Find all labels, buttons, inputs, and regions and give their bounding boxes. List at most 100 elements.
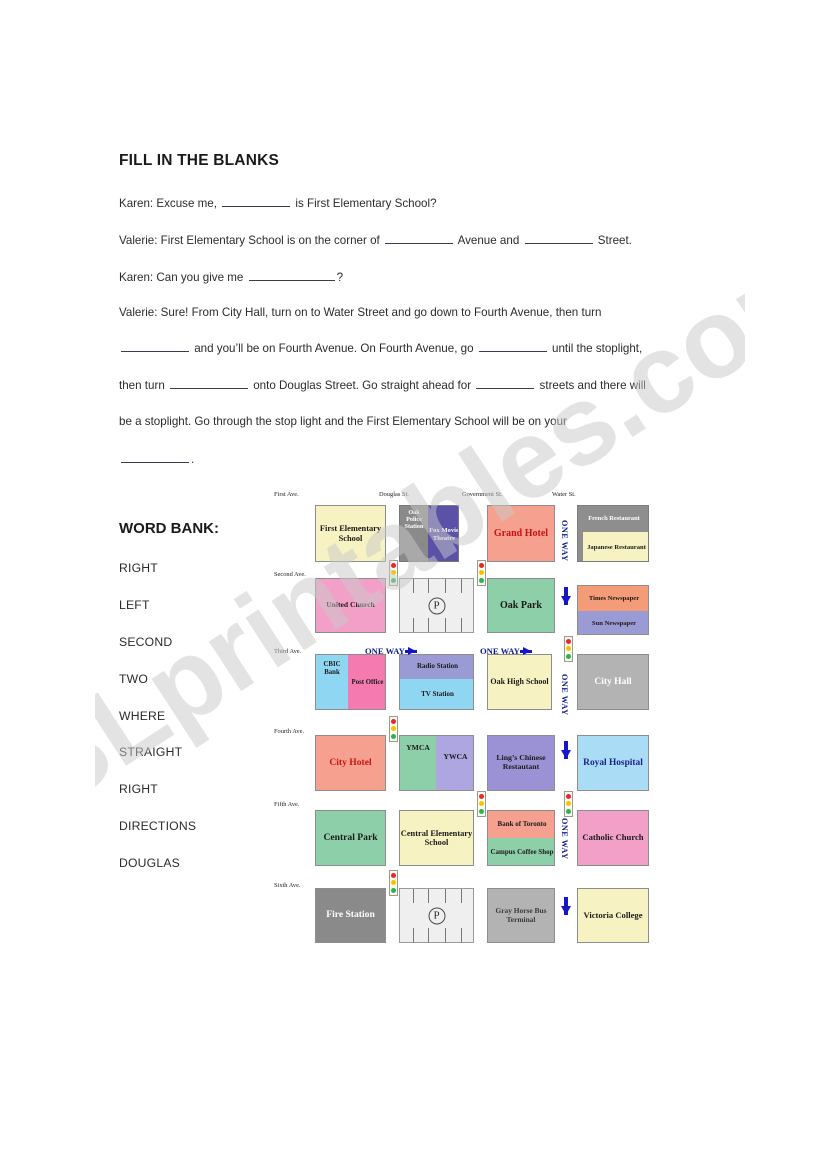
arrow-down-icon: [561, 741, 571, 759]
parking-stall-line: [428, 579, 429, 593]
building-united-church[interactable]: United Church: [315, 578, 386, 633]
building-central-park[interactable]: Central Park: [315, 810, 386, 866]
building-first-elementary-school[interactable]: First Elementary School: [315, 505, 386, 562]
parking-stall-line: [445, 618, 446, 632]
street-label-water: Water St.: [552, 491, 576, 498]
one-way-water-st-3: ONE WAY: [560, 818, 569, 860]
blank-street[interactable]: [524, 231, 593, 244]
building-central-elementary-school[interactable]: Central Elementary School: [399, 810, 474, 866]
parking-stall-line: [445, 928, 446, 942]
parking-stall-line: [413, 889, 414, 903]
building-french-restaurant[interactable]: French Restaurant: [578, 506, 648, 532]
arrow-right-icon: [404, 647, 417, 655]
word-bank-item-left: LEFT: [119, 598, 150, 612]
building-ymca[interactable]: YMCA: [400, 736, 436, 790]
parking-lot-lower[interactable]: P: [399, 888, 474, 943]
building-sun-newspaper[interactable]: Sun Newspaper: [578, 611, 648, 634]
building-lings-chinese-restaurant[interactable]: Ling’s Chinese Restautant: [487, 735, 555, 791]
blank-side[interactable]: [121, 450, 189, 463]
building-grand-hotel[interactable]: Grand Hotel: [487, 505, 555, 562]
building-gray-horse-bus-terminal[interactable]: Gray Horse Bus Terminal: [487, 888, 555, 943]
traffic-light-government-fifth[interactable]: [477, 791, 486, 817]
line-4-text-g: be a stoplight. Go through the stop ligh…: [119, 415, 567, 428]
street-label-fourth-ave: Fourth Ave.: [274, 728, 305, 735]
building-bank-of-toronto[interactable]: Bank of Toronto: [488, 811, 554, 838]
parking-stall-line: [445, 579, 446, 593]
building-newspapers-block: Times Newspaper Sun Newspaper: [577, 585, 649, 635]
building-japanese-restaurant[interactable]: Japanese Restaurant: [583, 532, 648, 561]
word-bank-item-second: SECOND: [119, 635, 173, 649]
building-oak-park[interactable]: Oak Park: [487, 578, 555, 633]
traffic-light-douglas-fourth[interactable]: [389, 716, 398, 742]
building-oak-police-station-block: Oak Police Station Fox Movie Theatre: [399, 505, 459, 562]
one-way-third-ave-east: ONE WAY: [480, 646, 532, 656]
line-2-text-a: Valerie: First Elementary School is on t…: [119, 234, 380, 247]
building-royal-hospital[interactable]: Royal Hospital: [577, 735, 649, 791]
building-restaurants-block: French Restaurant Japanese Restaurant: [577, 505, 649, 562]
building-campus-coffee-shop[interactable]: Campus Coffee Shop: [488, 838, 554, 865]
parking-lot-upper[interactable]: P: [399, 578, 474, 633]
building-times-newspaper[interactable]: Times Newspaper: [578, 586, 648, 611]
parking-p-icon: P: [428, 907, 445, 924]
arrow-down-icon: [561, 587, 571, 605]
dialogue-line-3: Karen: Can you give me ?: [119, 268, 731, 286]
blank-turn-1[interactable]: [121, 339, 189, 352]
blank-avenue[interactable]: [385, 231, 453, 244]
one-way-water-st-1: ONE WAY: [560, 520, 569, 562]
blank-directions[interactable]: [248, 268, 335, 281]
word-bank-item-directions: DIRECTIONS: [119, 819, 197, 833]
street-label-second-ave: Second Ave.: [274, 571, 306, 578]
street-label-douglas: Douglas St.: [379, 491, 409, 498]
line-4-text-a: Valerie: Sure! From City Hall, turn on t…: [119, 306, 602, 319]
line-2-text-b: Avenue and: [457, 234, 520, 247]
word-bank-item-right-1: RIGHT: [119, 561, 158, 575]
line-3-text-a: Karen: Can you give me: [119, 271, 244, 284]
arrow-down-icon: [561, 897, 571, 915]
parking-stall-line: [461, 579, 462, 593]
building-post-office[interactable]: Post Office: [348, 655, 385, 709]
building-tv-station[interactable]: TV Station: [400, 679, 473, 709]
line-3-text-b: ?: [336, 271, 344, 284]
blank-turn-2[interactable]: [170, 376, 248, 389]
building-cbic-bank[interactable]: CBIC Bank: [316, 655, 348, 709]
parking-stall-line: [413, 618, 414, 632]
one-way-water-st-2: ONE WAY: [560, 674, 569, 716]
traffic-light-government-second[interactable]: [477, 560, 486, 586]
building-ywca[interactable]: YWCA: [436, 736, 473, 790]
one-way-third-ave-west: ONE WAY: [365, 646, 417, 656]
building-victoria-college[interactable]: Victoria College: [577, 888, 649, 943]
city-map: Douglas St. Government St. Water St. Fir…: [272, 488, 662, 958]
blank-where[interactable]: [222, 194, 291, 207]
building-ymca-ywca-block: YMCA YWCA: [399, 735, 474, 791]
building-oak-police-station[interactable]: Oak Police Station: [400, 506, 428, 561]
worksheet-page: FILL IN THE BLANKS Karen: Excuse me, is …: [0, 0, 821, 1169]
traffic-light-water-fifth[interactable]: [564, 791, 573, 817]
word-bank-item-douglas: DOUGLAS: [119, 856, 180, 870]
dialogue-line-4b: and you’ll be on Fourth Avenue. On Fourt…: [119, 339, 731, 357]
street-label-government: Government St.: [462, 491, 503, 498]
parking-stall-line: [413, 928, 414, 942]
blank-go-straight[interactable]: [478, 339, 547, 352]
building-city-hotel[interactable]: City Hotel: [315, 735, 386, 791]
word-bank-item-right-2: RIGHT: [119, 782, 158, 796]
building-radio-station[interactable]: Radio Station: [400, 655, 473, 679]
word-bank-title: WORD BANK:: [119, 520, 219, 537]
blank-count[interactable]: [476, 376, 535, 389]
dialogue-line-1: Karen: Excuse me, is First Elementary Sc…: [119, 194, 731, 212]
dialogue-line-2: Valerie: First Elementary School is on t…: [119, 231, 731, 249]
traffic-light-douglas-second[interactable]: [389, 560, 398, 586]
building-fire-station[interactable]: Fire Station: [315, 888, 386, 943]
building-city-hall[interactable]: City Hall: [577, 654, 649, 710]
line-4-text-e: onto Douglas Street. Go straight ahead f…: [253, 379, 472, 392]
building-oak-high-school[interactable]: Oak High School: [487, 654, 552, 710]
word-bank-item-where: WHERE: [119, 709, 166, 723]
traffic-light-water-third[interactable]: [564, 636, 573, 662]
line-2-text-c: Street.: [597, 234, 632, 247]
line-4-text-f: streets and there will: [539, 379, 646, 392]
building-fox-movie-theatre[interactable]: Fox Movie Theatre: [428, 506, 458, 561]
line-1-text-b: is First Elementary School?: [295, 197, 437, 210]
traffic-light-douglas-sixth[interactable]: [389, 870, 398, 896]
page-title: FILL IN THE BLANKS: [119, 152, 280, 169]
building-catholic-church[interactable]: Catholic Church: [577, 810, 649, 866]
parking-stall-line: [461, 618, 462, 632]
